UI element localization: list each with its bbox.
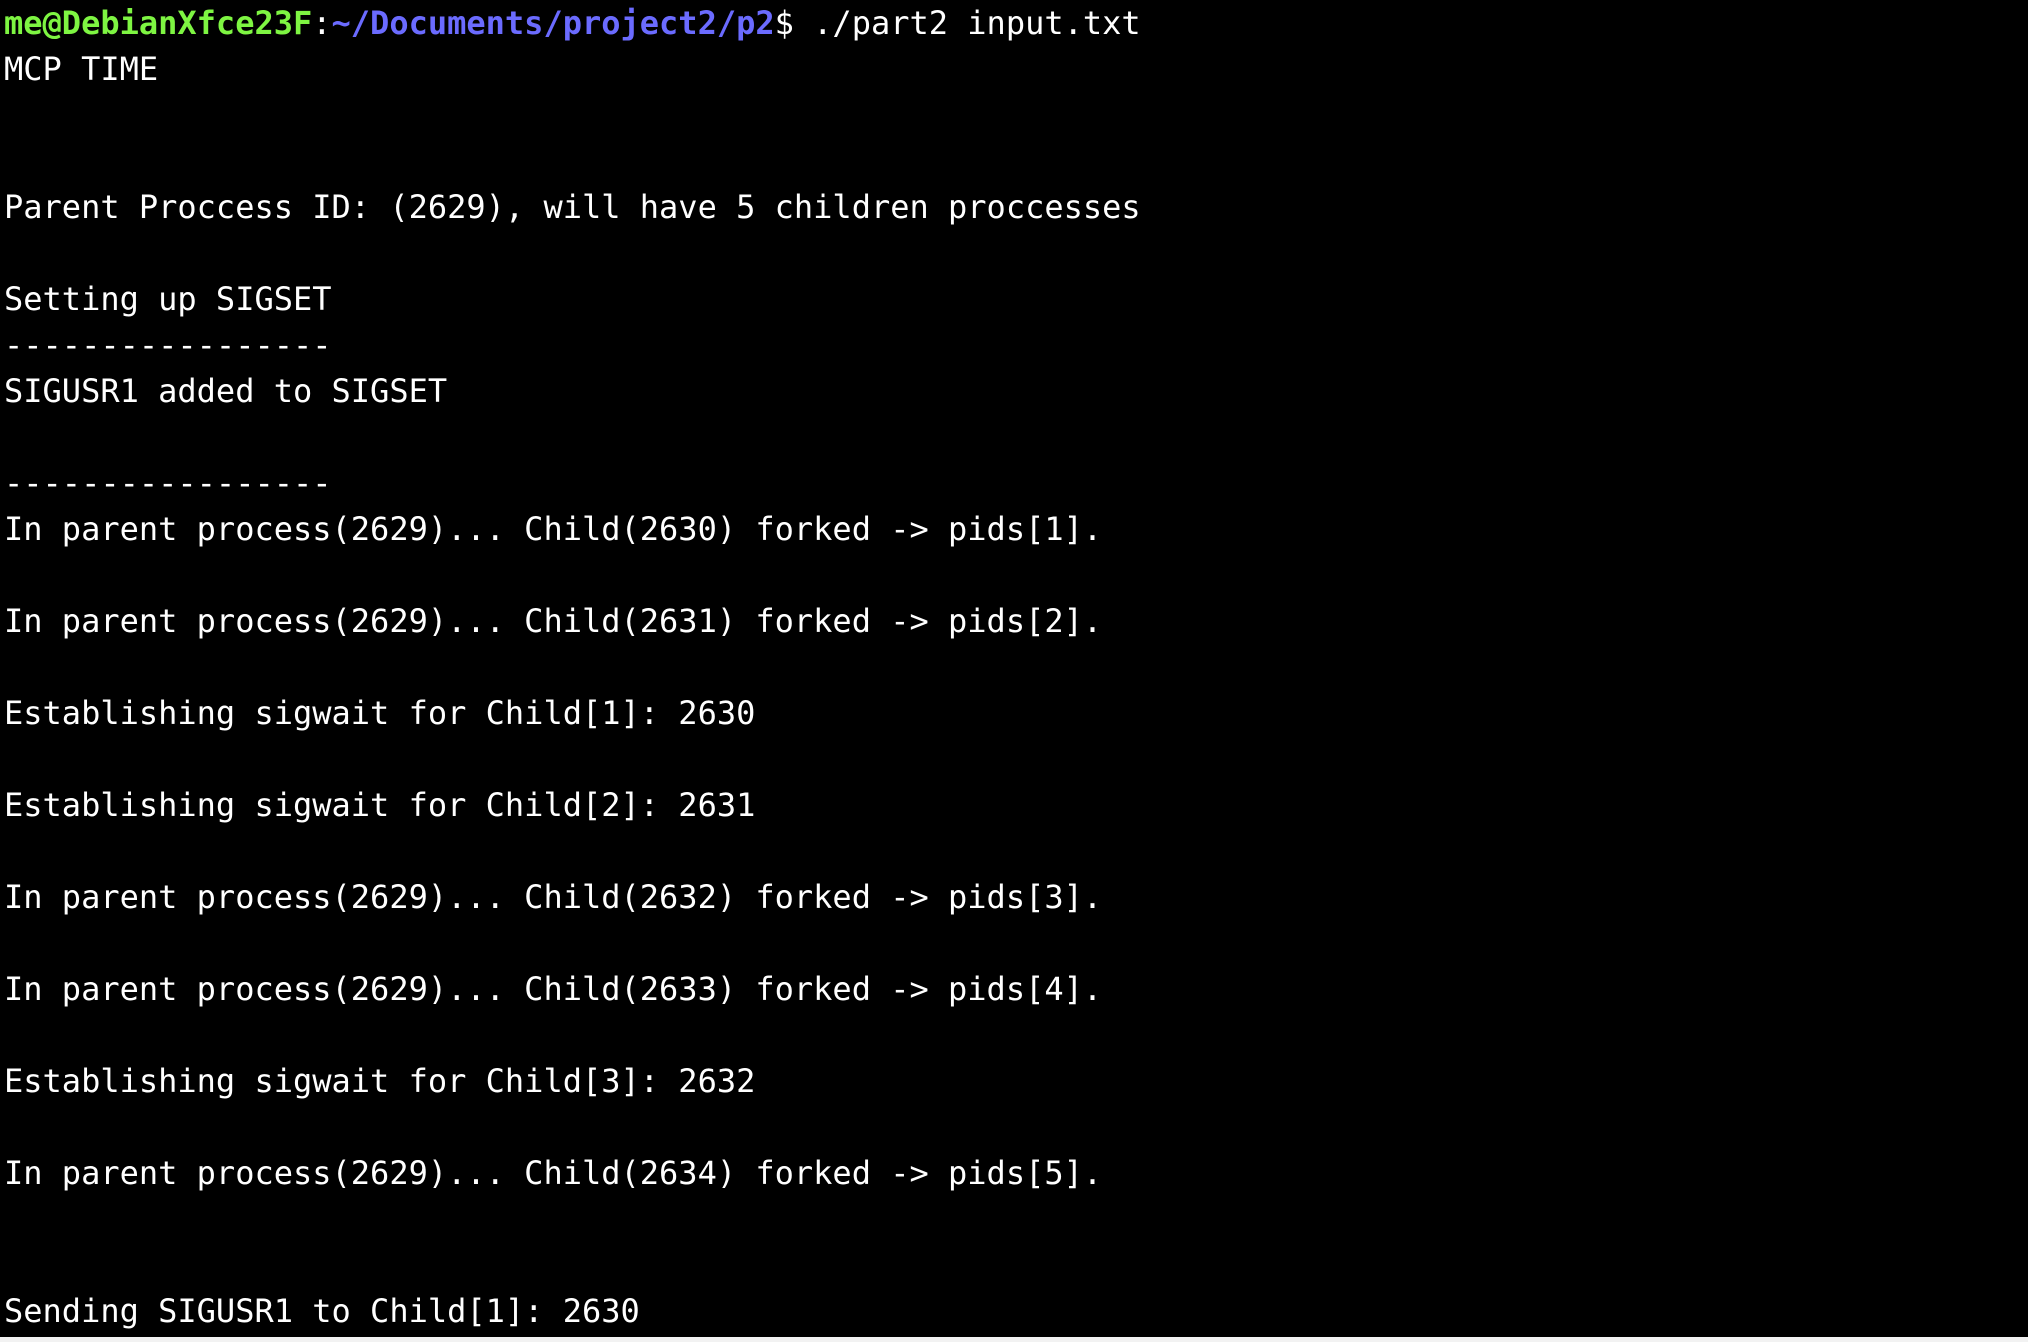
output-line: ----------------- (4, 326, 332, 364)
output-line: In parent process(2629)... Child(2631) f… (4, 602, 1103, 640)
output-line: Establishing sigwait for Child[3]: 2632 (4, 1062, 756, 1100)
output-line: In parent process(2629)... Child(2634) f… (4, 1154, 1103, 1192)
output-line: Establishing sigwait for Child[1]: 2630 (4, 694, 756, 732)
output-line: SIGUSR1 added to SIGSET (4, 372, 448, 410)
output-line: Setting up SIGSET (4, 280, 332, 318)
terminal-window[interactable]: me@DebianXfce23F:~/Documents/project2/p2… (0, 0, 2028, 1337)
output-line: Establishing sigwait for Child[2]: 2631 (4, 786, 756, 824)
output-line: In parent process(2629)... Child(2633) f… (4, 970, 1103, 1008)
prompt-path: ~/Documents/project2/p2 (331, 4, 775, 42)
prompt-command: ./part2 input.txt (793, 4, 1141, 42)
prompt-dollar: $ (774, 4, 794, 42)
output-line: ----------------- (4, 464, 332, 502)
window-bottom-edge (0, 1337, 2028, 1342)
output-line: Sending SIGUSR1 to Child[1]: 2630 (4, 1292, 640, 1330)
output-line: In parent process(2629)... Child(2632) f… (4, 878, 1103, 916)
prompt-colon: : (312, 4, 332, 42)
output-line: In parent process(2629)... Child(2630) f… (4, 510, 1103, 548)
prompt-user-host: me@DebianXfce23F (4, 4, 313, 42)
output-line: MCP TIME (4, 50, 159, 88)
prompt-line: me@DebianXfce23F:~/Documents/project2/p2… (4, 0, 2028, 46)
output-line: Parent Proccess ID: (2629), will have 5 … (4, 188, 1141, 226)
